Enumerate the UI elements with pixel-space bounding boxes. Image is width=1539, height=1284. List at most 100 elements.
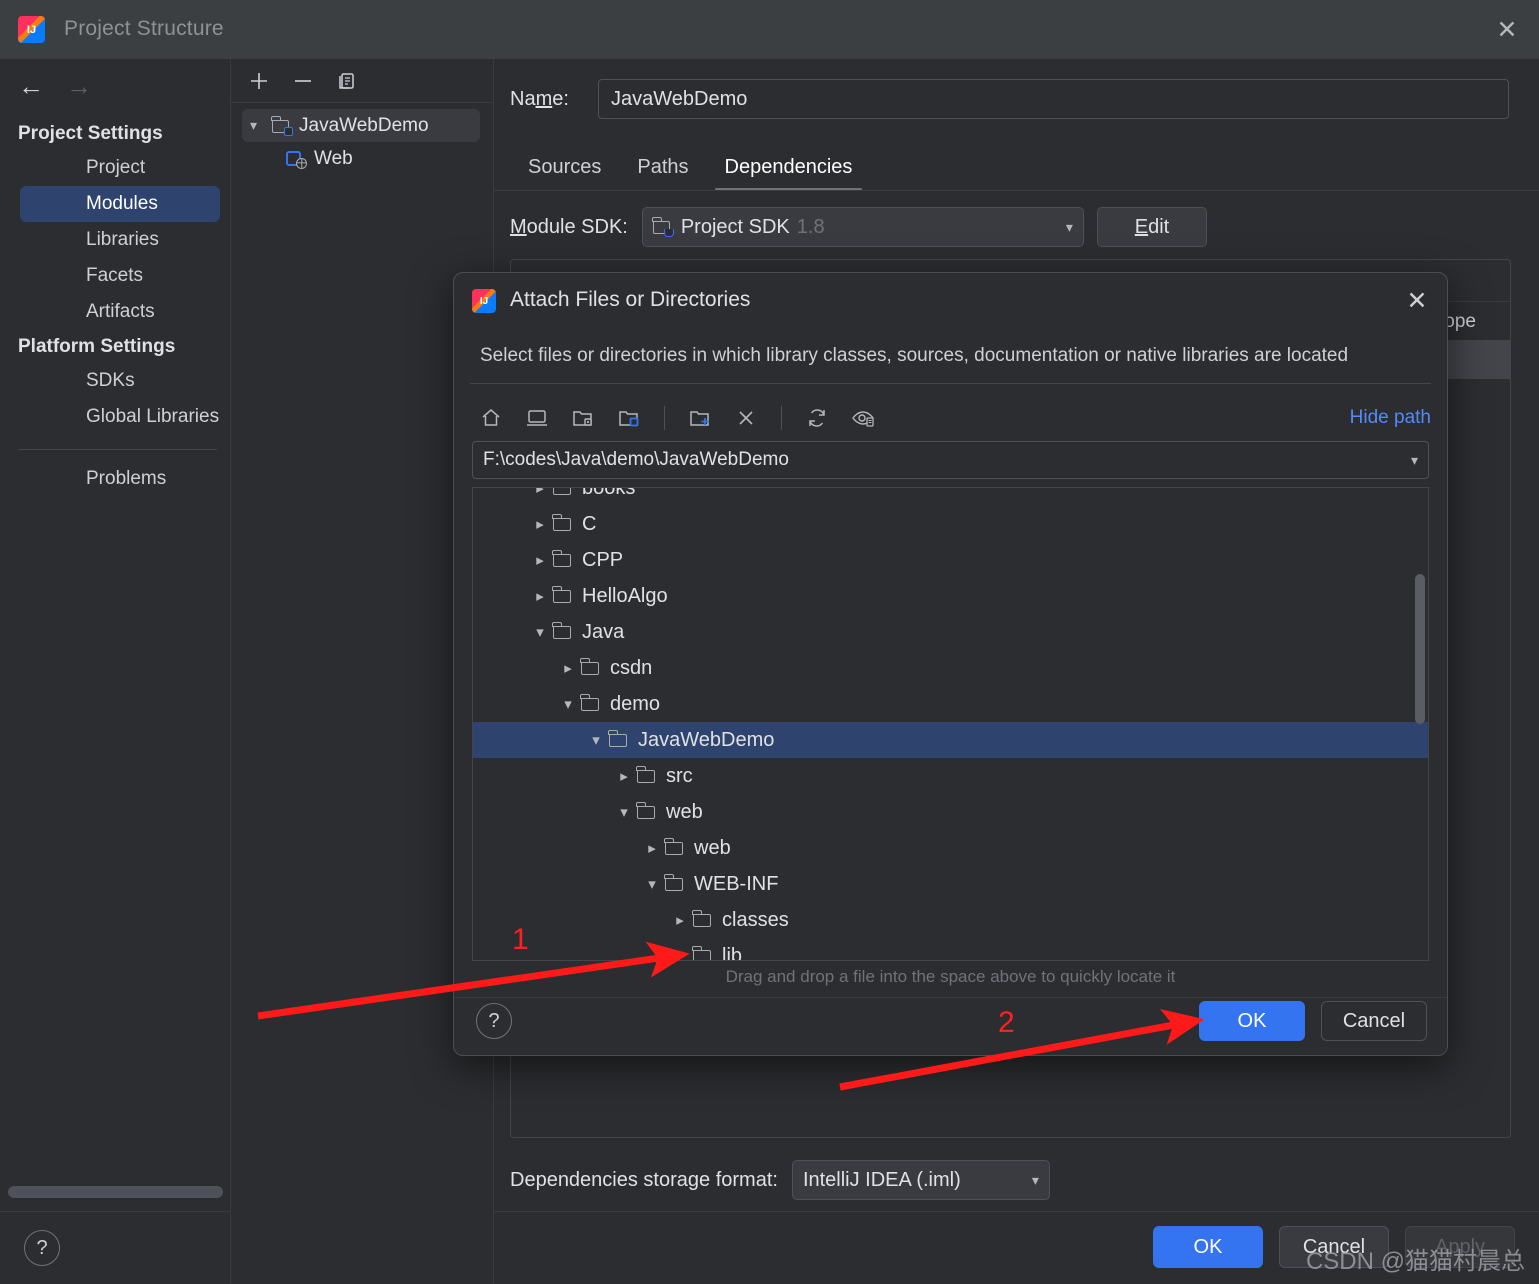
- file-tree-item-web-nested[interactable]: ▸ web: [473, 830, 1428, 866]
- module-name-input[interactable]: [598, 79, 1509, 119]
- chevron-down-icon[interactable]: ▾: [527, 623, 553, 641]
- sidebar-item-artifacts[interactable]: Artifacts: [20, 294, 220, 330]
- plus-icon[interactable]: [245, 67, 273, 95]
- path-value: F:\codes\Java\demo\JavaWebDemo: [483, 449, 789, 470]
- arrow-right-icon[interactable]: →: [66, 73, 92, 99]
- sidebar-item-facets[interactable]: Facets: [20, 258, 220, 294]
- folder-icon: [552, 550, 573, 568]
- tab-sources[interactable]: Sources: [510, 156, 619, 191]
- sdk-icon: [652, 216, 674, 237]
- dialog-description-divider: [470, 383, 1431, 384]
- module-tree-item-javawebdemo[interactable]: ▾ JavaWebDemo: [242, 109, 480, 142]
- home-icon[interactable]: [474, 401, 508, 435]
- chevron-right-icon[interactable]: ▸: [667, 911, 693, 929]
- module-sdk-version: 1.8: [796, 215, 825, 238]
- file-tree-item-label: WEB-INF: [694, 872, 779, 895]
- chevron-down-icon[interactable]: ▾: [1411, 452, 1418, 469]
- chevron-down-icon[interactable]: ▾: [611, 803, 637, 821]
- file-tree-item-lib[interactable]: ▸ lib: [473, 938, 1428, 961]
- chevron-right-icon[interactable]: ▸: [639, 839, 665, 857]
- module-name-label: Name:: [510, 87, 569, 110]
- chevron-right-icon[interactable]: ▸: [667, 947, 693, 960]
- help-button[interactable]: ?: [24, 1230, 60, 1266]
- file-tree-item-cpp[interactable]: ▸ CPP: [473, 542, 1428, 578]
- file-tree-item-c[interactable]: ▸ C: [473, 506, 1428, 542]
- dialog-ok-button[interactable]: OK: [1199, 1001, 1305, 1041]
- path-input[interactable]: F:\codes\Java\demo\JavaWebDemo ▾: [472, 441, 1429, 479]
- chevron-right-icon[interactable]: ▸: [611, 767, 637, 785]
- file-tree-item-label: web: [694, 836, 731, 859]
- dialog-footer-divider: [454, 997, 1447, 998]
- main-footer-divider: [494, 1211, 1539, 1212]
- dialog-cancel-button[interactable]: Cancel: [1321, 1001, 1427, 1041]
- sidebar-group-project-settings: Project Settings: [18, 123, 163, 144]
- chevron-right-icon[interactable]: ▸: [527, 488, 553, 497]
- close-icon[interactable]: ✕: [1491, 14, 1523, 46]
- file-tree-item-label: web: [666, 800, 703, 823]
- annotation-number-1: 1: [512, 923, 529, 956]
- attach-files-dialog: Attach Files or Directories ✕ Select fil…: [453, 272, 1448, 1056]
- file-tree-item-label: classes: [722, 908, 789, 931]
- ok-button[interactable]: OK: [1153, 1226, 1263, 1268]
- file-tree-item-web[interactable]: ▾ web: [473, 794, 1428, 830]
- sidebar-horizontal-scrollbar[interactable]: [8, 1186, 223, 1198]
- delete-icon[interactable]: [729, 401, 763, 435]
- hide-path-link[interactable]: Hide path: [1350, 407, 1431, 429]
- dialog-title: Attach Files or Directories: [510, 288, 751, 311]
- file-tree-item-java[interactable]: ▾ Java: [473, 614, 1428, 650]
- storage-format-dropdown[interactable]: IntelliJ IDEA (.iml) ▾: [791, 1160, 1050, 1200]
- chevron-right-icon[interactable]: ▸: [555, 659, 581, 677]
- intellij-logo-icon: [18, 16, 45, 43]
- copy-icon[interactable]: [333, 67, 361, 95]
- sidebar-item-modules[interactable]: Modules: [20, 186, 220, 222]
- chevron-right-icon[interactable]: ▸: [527, 551, 553, 569]
- folder-icon: [553, 488, 573, 496]
- module-folder-icon[interactable]: [612, 401, 646, 435]
- file-tree-item-label: demo: [610, 692, 661, 715]
- edit-sdk-button[interactable]: Edit: [1097, 207, 1207, 247]
- storage-format-value: IntelliJ IDEA (.iml): [802, 1168, 961, 1191]
- refresh-icon[interactable]: [800, 401, 834, 435]
- module-sdk-dropdown[interactable]: Project SDK 1.8 ▾: [641, 207, 1084, 247]
- close-icon[interactable]: ✕: [1401, 285, 1433, 317]
- chevron-right-icon[interactable]: ▸: [527, 515, 553, 533]
- minus-icon[interactable]: [289, 67, 317, 95]
- file-tree-item-web-inf[interactable]: ▾ WEB-INF: [473, 866, 1428, 902]
- tab-dependencies[interactable]: Dependencies: [707, 156, 871, 191]
- chevron-down-icon[interactable]: ▾: [639, 875, 665, 893]
- chevron-down-icon[interactable]: ▾: [250, 117, 272, 134]
- file-tree: ▸ books ▸ C ▸ CPP ▸ HelloAlgo ▾ Java ▸ c…: [472, 487, 1429, 961]
- arrow-left-icon[interactable]: ←: [18, 73, 44, 99]
- sidebar-bottom-divider: [0, 1211, 230, 1212]
- module-folder-icon: [271, 115, 293, 136]
- file-tree-item-helloalgo[interactable]: ▸ HelloAlgo: [473, 578, 1428, 614]
- module-tree-item-web[interactable]: Web: [242, 142, 480, 175]
- sidebar-item-global-libraries[interactable]: Global Libraries: [20, 399, 220, 435]
- show-hidden-files-icon[interactable]: [846, 401, 880, 435]
- tab-paths[interactable]: Paths: [619, 156, 706, 191]
- file-tree-item-books[interactable]: ▸ books: [473, 488, 1428, 506]
- file-tree-vertical-scrollbar[interactable]: [1415, 574, 1425, 724]
- nav-arrows: ← →: [18, 73, 92, 99]
- dialog-help-button[interactable]: ?: [476, 1003, 512, 1039]
- chevron-down-icon[interactable]: ▾: [583, 731, 609, 749]
- chevron-down-icon[interactable]: ▾: [555, 695, 581, 713]
- sidebar-item-libraries[interactable]: Libraries: [20, 222, 220, 258]
- file-tree-item-classes[interactable]: ▸ classes: [473, 902, 1428, 938]
- chevron-right-icon[interactable]: ▸: [527, 587, 553, 605]
- file-tree-item-label: lib: [722, 944, 743, 961]
- file-tree-item-demo[interactable]: ▾ demo: [473, 686, 1428, 722]
- sidebar-item-project[interactable]: Project: [20, 150, 220, 186]
- file-tree-item-javawebdemo[interactable]: ▾ JavaWebDemo: [473, 722, 1428, 758]
- folder-icon: [664, 838, 685, 856]
- desktop-icon[interactable]: [520, 401, 554, 435]
- new-folder-icon[interactable]: [683, 401, 717, 435]
- file-tree-item-src[interactable]: ▸ src: [473, 758, 1428, 794]
- window-titlebar: Project Structure ✕: [0, 0, 1539, 59]
- sidebar-item-sdks[interactable]: SDKs: [20, 363, 220, 399]
- file-tree-item-label: Java: [582, 620, 625, 643]
- file-tree-item-csdn[interactable]: ▸ csdn: [473, 650, 1428, 686]
- folder-icon: [636, 802, 657, 820]
- project-folder-icon[interactable]: [566, 401, 600, 435]
- sidebar-item-problems[interactable]: Problems: [20, 461, 220, 497]
